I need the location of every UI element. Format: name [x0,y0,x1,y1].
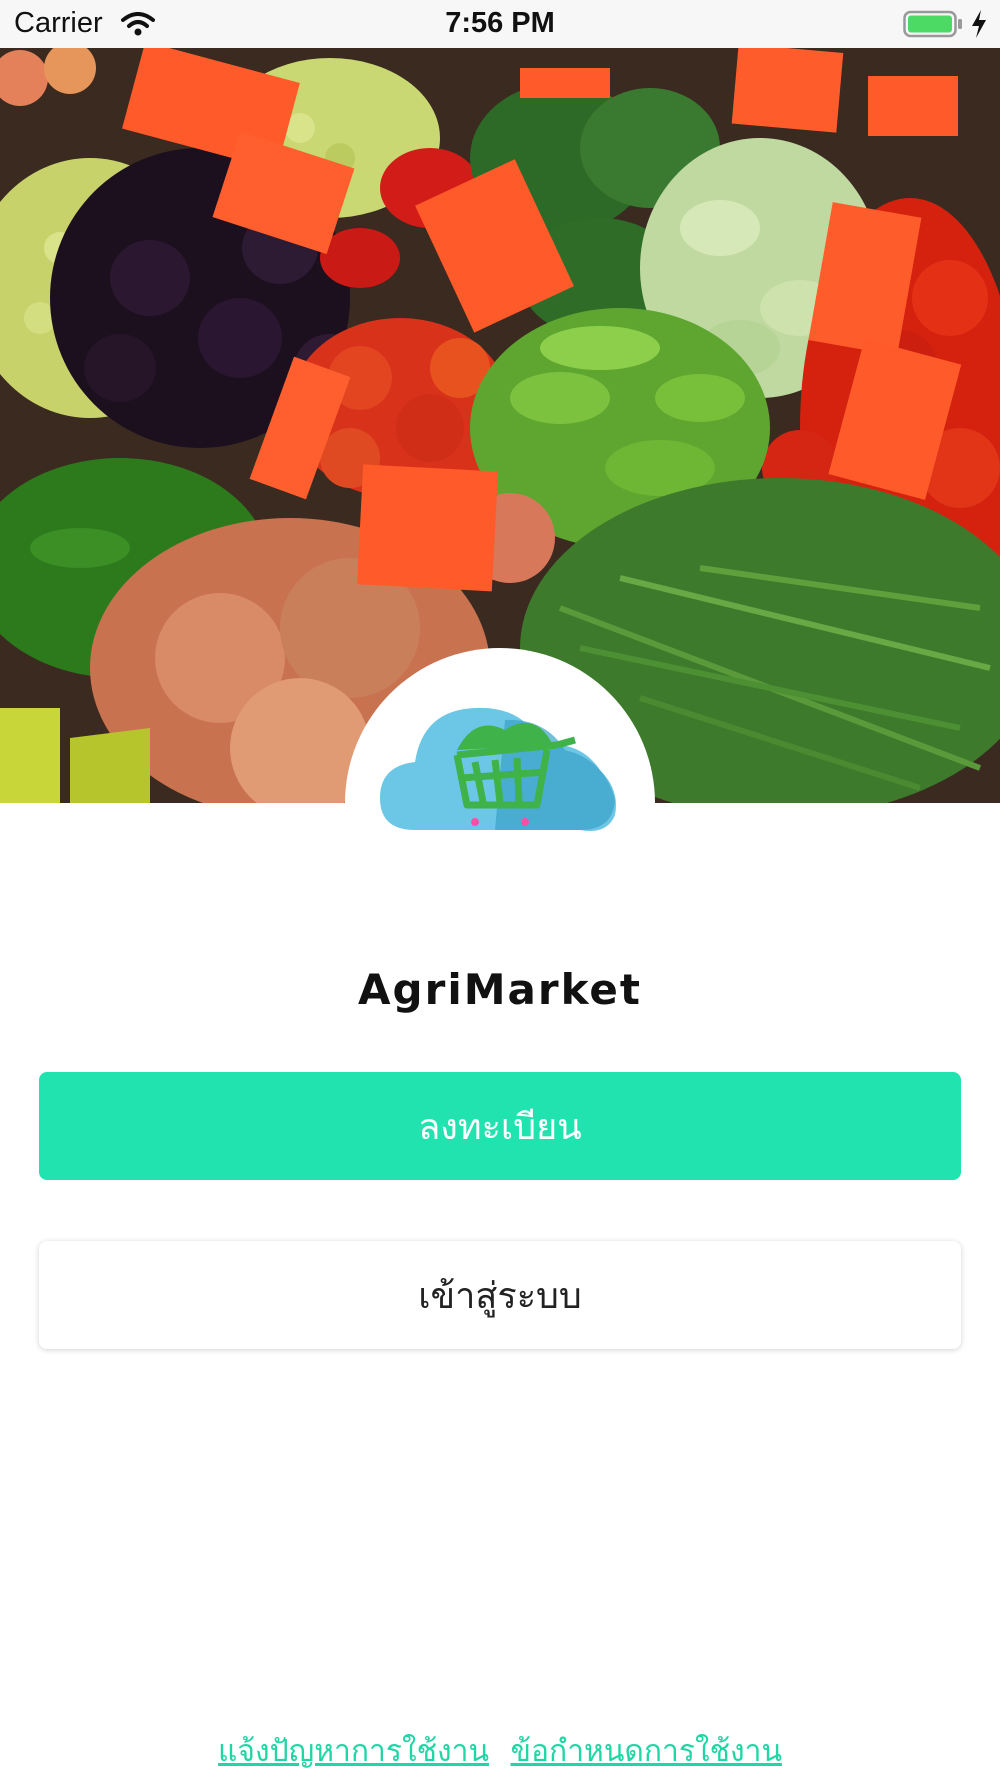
register-button-label: ลงทะเบียน [418,1106,582,1148]
footer-links: แจ้งปัญหาการใช้งาน ข้อกำหนดการใช้งาน [0,1728,1000,1775]
report-problem-link[interactable]: แจ้งปัญหาการใช้งาน [218,1734,489,1769]
app-name: AgriMarket [358,965,642,1014]
status-bar: Carrier 7:56 PM [0,0,1000,48]
terms-link[interactable]: ข้อกำหนดการใช้งาน [511,1734,782,1769]
clock: 7:56 PM [445,7,555,39]
register-button[interactable]: ลงทะเบียน [39,1072,961,1180]
cloud-cart-logo-icon [380,707,616,831]
login-button[interactable]: เข้าสู่ระบบ [39,1241,961,1349]
battery-icon [903,10,962,38]
charging-bolt-icon [972,10,986,38]
login-button-label: เข้าสู่ระบบ [418,1275,582,1317]
welcome-screen: Carrier 7:56 PM AgriMarket ลงทะเบียน เข้… [0,0,1000,1778]
